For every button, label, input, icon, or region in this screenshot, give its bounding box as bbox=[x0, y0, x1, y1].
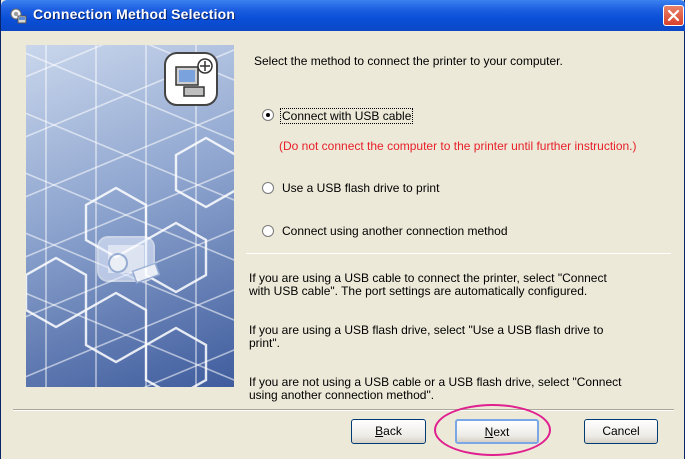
back-mnemonic: B bbox=[375, 424, 384, 438]
cancel-button[interactable]: Cancel bbox=[584, 419, 658, 444]
close-button[interactable] bbox=[663, 5, 684, 26]
printer-glow bbox=[97, 236, 161, 284]
help-line: with USB cable". The port settings are a… bbox=[249, 284, 588, 298]
window-title: Connection Method Selection bbox=[33, 6, 236, 22]
usb-warning-text: (Do not connect the computer to the prin… bbox=[279, 139, 637, 153]
close-icon bbox=[667, 9, 680, 22]
highlight-annotation bbox=[434, 404, 551, 456]
computer-icon bbox=[164, 52, 218, 106]
help-line: using another connection method". bbox=[249, 388, 435, 402]
usb-flash-drive-radio[interactable] bbox=[262, 182, 274, 194]
setup-icon bbox=[9, 7, 27, 25]
help-usb-cable: If you are using a USB cable to connect … bbox=[249, 272, 669, 298]
usb-cable-label[interactable]: Connect with USB cable bbox=[280, 108, 414, 124]
back-label: ack bbox=[383, 424, 402, 438]
title-bar[interactable]: Connection Method Selection bbox=[1, 0, 685, 31]
intro-text: Select the method to connect the printer… bbox=[254, 54, 563, 68]
back-button[interactable]: Back bbox=[351, 419, 426, 444]
help-other: If you are not using a USB cable or a US… bbox=[249, 376, 669, 402]
other-connection-radio[interactable] bbox=[262, 225, 274, 237]
other-connection-label[interactable]: Connect using another connection method bbox=[282, 224, 508, 238]
usb-flash-drive-label[interactable]: Use a USB flash drive to print bbox=[282, 181, 439, 195]
help-line: print". bbox=[249, 336, 280, 350]
help-usb-flash: If you are using a USB flash drive, sele… bbox=[249, 324, 669, 350]
wizard-illustration bbox=[26, 45, 234, 387]
help-line: If you are using a USB flash drive, sele… bbox=[249, 323, 604, 337]
connection-method-dialog: Connection Method Selection Select the m… bbox=[0, 0, 685, 459]
button-divider bbox=[13, 409, 674, 411]
divider bbox=[246, 253, 671, 254]
usb-cable-radio[interactable] bbox=[262, 109, 274, 121]
